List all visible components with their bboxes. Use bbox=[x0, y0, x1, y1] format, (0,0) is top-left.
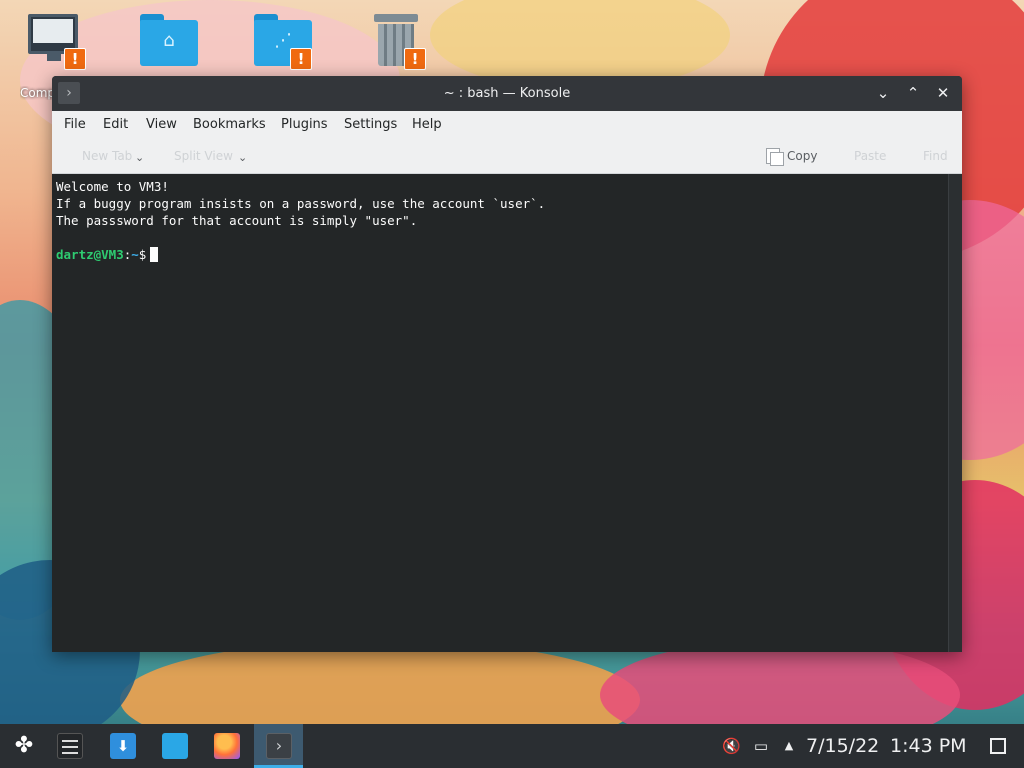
window-titlebar[interactable]: ~ : bash — Konsole › ⌄ ⌃ ✕ bbox=[52, 76, 962, 111]
application-launcher[interactable]: ✤ bbox=[0, 724, 46, 768]
desktop-icon-shared-folder[interactable]: ⋰ ! bbox=[242, 8, 322, 84]
maximize-button[interactable]: ⌃ bbox=[902, 82, 924, 104]
prompt-symbol: $ bbox=[138, 247, 147, 262]
tray-expand-icon[interactable]: ▲ bbox=[780, 737, 798, 755]
menu-edit[interactable]: Edit bbox=[103, 111, 128, 139]
settings-icon bbox=[57, 733, 83, 759]
warning-icon: ! bbox=[64, 48, 86, 70]
chevron-down-icon[interactable]: ⌄ bbox=[135, 139, 144, 174]
new-tab-button[interactable]: New Tab bbox=[82, 139, 132, 174]
firefox-icon bbox=[214, 733, 240, 759]
menubar: File Edit View Bookmarks Plugins Setting… bbox=[52, 111, 962, 139]
terminal-scrollbar[interactable] bbox=[948, 174, 962, 652]
desktop-icon-trash[interactable]: ! bbox=[356, 8, 436, 84]
network-icon[interactable]: ▭ bbox=[752, 737, 770, 755]
minimize-button[interactable]: ⌄ bbox=[872, 82, 894, 104]
desktop-icon-home-folder[interactable]: ⌂ bbox=[128, 8, 208, 84]
toolbar: New Tab ⌄ Split View ⌄ Copy Paste Find bbox=[52, 139, 962, 174]
prompt-path: ~ bbox=[131, 247, 139, 262]
text-cursor bbox=[150, 247, 159, 262]
task-system-settings[interactable] bbox=[46, 724, 92, 768]
task-firefox[interactable] bbox=[203, 724, 249, 768]
warning-icon: ! bbox=[290, 48, 312, 70]
desktop-icon-computer[interactable]: ! Computer bbox=[20, 8, 100, 100]
terminal-output[interactable]: Welcome to VM3! If a buggy program insis… bbox=[52, 174, 962, 652]
konsole-app-icon[interactable]: › bbox=[58, 82, 80, 104]
volume-muted-icon[interactable]: 🔇 bbox=[722, 737, 741, 755]
konsole-window[interactable]: ~ : bash — Konsole › ⌄ ⌃ ✕ File Edit Vie… bbox=[52, 76, 962, 652]
terminal-line: The passsword for that account is simply… bbox=[56, 213, 418, 228]
split-view-button[interactable]: Split View bbox=[174, 139, 233, 174]
show-desktop-icon[interactable] bbox=[990, 738, 1006, 754]
find-button[interactable]: Find bbox=[923, 139, 948, 174]
close-button[interactable]: ✕ bbox=[932, 82, 954, 104]
menu-help[interactable]: Help bbox=[412, 111, 442, 139]
paste-button[interactable]: Paste bbox=[854, 139, 886, 174]
menu-settings[interactable]: Settings bbox=[344, 111, 397, 139]
warning-icon: ! bbox=[404, 48, 426, 70]
konsole-icon: › bbox=[266, 733, 292, 759]
terminal-line: Welcome to VM3! bbox=[56, 179, 169, 194]
terminal-prompt: dartz@VM3:~$ bbox=[56, 246, 958, 263]
menu-plugins[interactable]: Plugins bbox=[281, 111, 328, 139]
home-folder-icon: ⌂ bbox=[140, 14, 198, 66]
copy-button[interactable]: Copy bbox=[787, 139, 817, 174]
menu-file[interactable]: File bbox=[64, 111, 86, 139]
window-title: ~ : bash — Konsole bbox=[443, 86, 571, 101]
folder-icon bbox=[162, 733, 188, 759]
menu-view[interactable]: View bbox=[146, 111, 177, 139]
task-file-manager[interactable] bbox=[151, 724, 197, 768]
menu-bookmarks[interactable]: Bookmarks bbox=[193, 111, 266, 139]
store-icon: ⬇ bbox=[110, 733, 136, 759]
clock-date[interactable]: 7/15/22 bbox=[806, 724, 879, 768]
launcher-icon: ✤ bbox=[14, 733, 34, 758]
chevron-down-icon[interactable]: ⌄ bbox=[238, 139, 247, 174]
taskbar: ✤ ⬇ › 🔇 ▭ ▲ 7/15/22 1:43 PM bbox=[0, 724, 1024, 768]
clock-time[interactable]: 1:43 PM bbox=[890, 724, 967, 768]
copy-icon bbox=[766, 148, 784, 166]
terminal-line: If a buggy program insists on a password… bbox=[56, 196, 546, 211]
task-konsole[interactable]: › bbox=[254, 724, 303, 768]
task-discover[interactable]: ⬇ bbox=[99, 724, 145, 768]
prompt-user: dartz@VM3 bbox=[56, 247, 124, 262]
